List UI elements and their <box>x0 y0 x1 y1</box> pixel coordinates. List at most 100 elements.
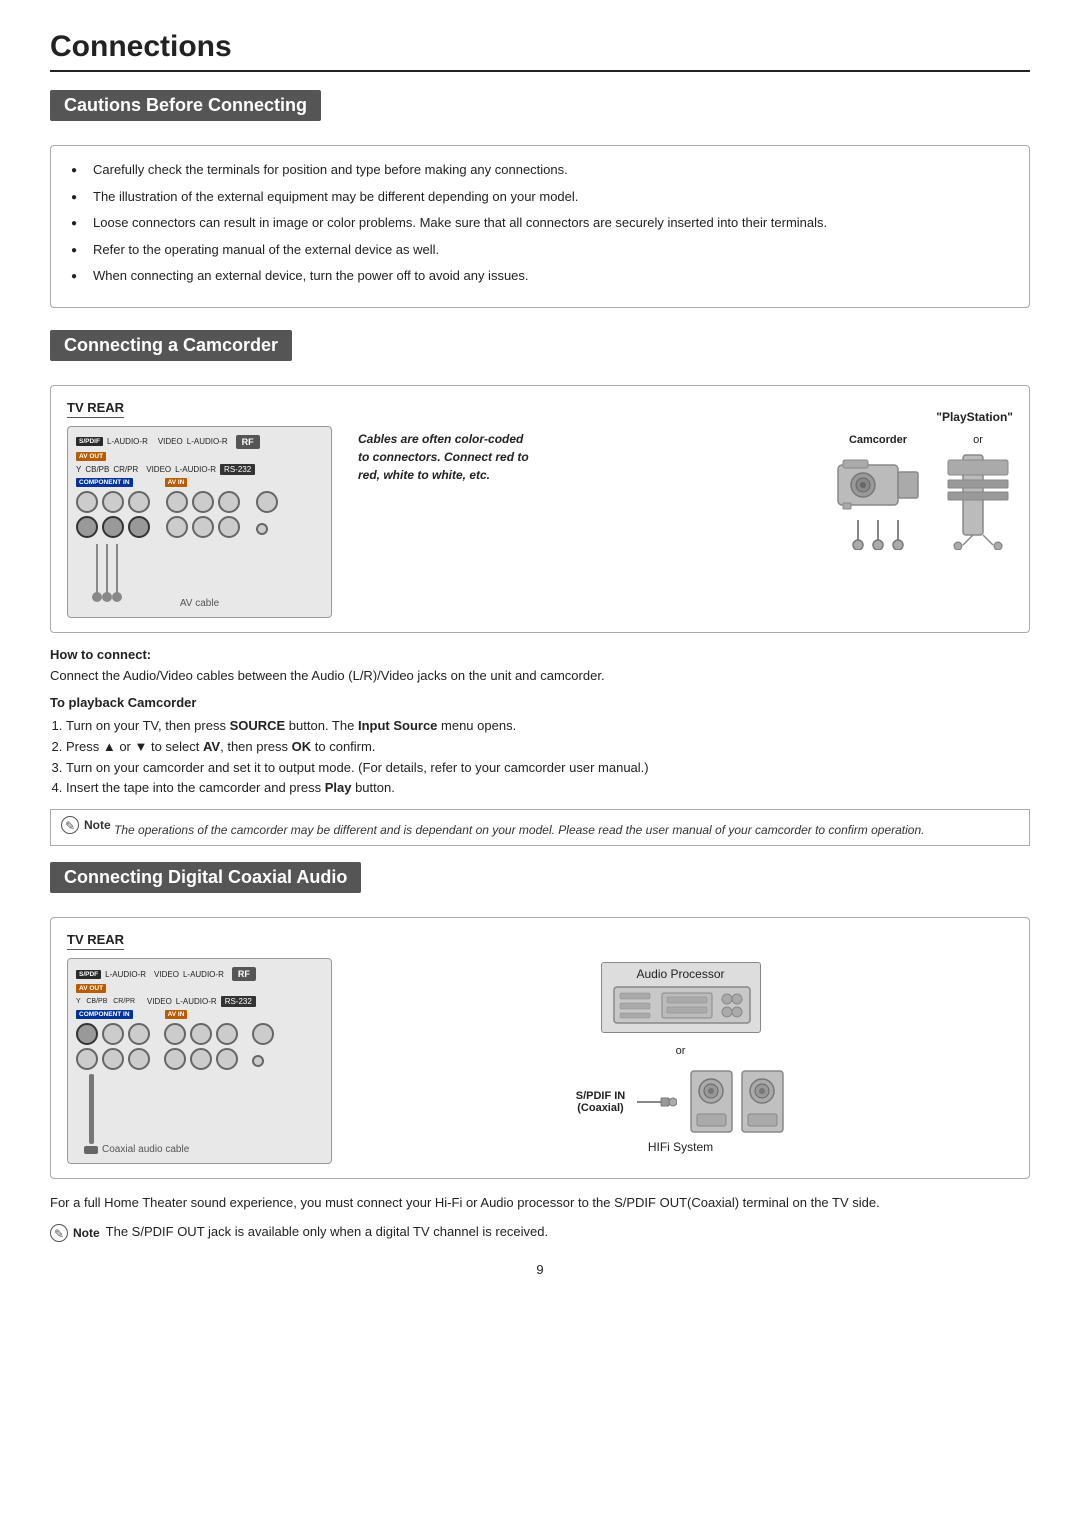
coaxial-note-label: Note <box>73 1226 100 1240</box>
cable-line-2 <box>106 544 108 594</box>
audio-processor-label: Audio Processor <box>612 967 750 981</box>
audio-processor-icon <box>612 985 752 1025</box>
cable-line-3 <box>116 544 118 594</box>
av-in-badge: AV IN <box>165 478 188 487</box>
connector-small <box>256 523 268 535</box>
coax-connector-3 <box>128 1023 150 1045</box>
spdif-badge-c: S/PDF <box>76 970 101 979</box>
tv-rear-label-camcorder: TV REAR <box>67 400 124 418</box>
video-label: VIDEO <box>158 437 183 446</box>
note-text: The operations of the camcorder may be d… <box>114 823 924 837</box>
playback-step-3: Turn on your camcorder and set it to out… <box>66 758 1030 779</box>
playstation-label: "PlayStation" <box>936 410 1013 424</box>
playback-section: To playback Camcorder Turn on your TV, t… <box>50 695 1030 799</box>
tv-rear-label-coaxial: TV REAR <box>67 932 124 950</box>
connector-circle-av1 <box>76 516 98 538</box>
camcorder-note-box: Note The operations of the camcorder may… <box>50 809 1030 846</box>
cautions-heading: Cautions Before Connecting <box>50 90 321 121</box>
connector-circle-6 <box>218 491 240 513</box>
component-in-badge-c: COMPONENT IN <box>76 1010 133 1019</box>
av-out-badge-c: AV OUT <box>76 984 106 993</box>
spdif-in-label: S/PDIF IN <box>576 1090 626 1102</box>
coax-connector-9 <box>102 1048 124 1070</box>
coaxial-section: Connecting Digital Coaxial Audio TV REAR… <box>50 862 1030 1242</box>
camcorder-icon <box>833 450 923 520</box>
coax-connector-10 <box>128 1048 150 1070</box>
cautions-list: Carefully check the terminals for positi… <box>71 160 1009 286</box>
coax-connector-5 <box>190 1023 212 1045</box>
coaxial-cable-label: Coaxial audio cable <box>102 1144 189 1155</box>
rf-badge-c: RF <box>232 967 256 981</box>
connector-circle-10 <box>218 516 240 538</box>
video-label-c: VIDEO <box>154 970 179 979</box>
page-title: Connections <box>50 30 1030 72</box>
playback-heading: To playback Camcorder <box>50 695 1030 710</box>
component-in-badge: COMPONENT IN <box>76 478 133 487</box>
how-to-connect-heading: How to connect: <box>50 647 1030 662</box>
coax-connector-7 <box>252 1023 274 1045</box>
note-label: Note <box>84 816 111 834</box>
playback-steps: Turn on your TV, then press SOURCE butto… <box>50 716 1030 799</box>
playback-step-4: Insert the tape into the camcorder and p… <box>66 778 1030 799</box>
l-audio-r-label: L-AUDIO-R <box>107 437 148 446</box>
cable-note-line3: red, white to white, etc. <box>358 468 490 482</box>
coax-connector-11 <box>164 1048 186 1070</box>
note-icon: Note <box>61 816 111 834</box>
coax-connector-4 <box>164 1023 186 1045</box>
l-audio-r-label2: L-AUDIO-R <box>187 437 228 446</box>
list-item: Carefully check the terminals for positi… <box>71 160 1009 180</box>
l-audio-r-label-c: L-AUDIO-R <box>105 970 146 979</box>
coaxial-heading: Connecting Digital Coaxial Audio <box>50 862 361 893</box>
rs232-badge-c: RS-232 <box>221 996 256 1007</box>
how-to-connect-text: Connect the Audio/Video cables between t… <box>50 666 1030 686</box>
cr-pr-label: CR/PR <box>113 465 138 474</box>
cable-note: Cables are often color-coded to connecto… <box>358 430 529 484</box>
connector-circle-3 <box>128 491 150 513</box>
connector-circle-av3 <box>128 516 150 538</box>
spdif-badge: S/PDIF <box>76 437 103 446</box>
coaxial-note-text: The S/PDIF OUT jack is available only wh… <box>106 1224 548 1239</box>
list-item: Loose connectors can result in image or … <box>71 213 1009 233</box>
coax-connector-13 <box>216 1048 238 1070</box>
list-item: The illustration of the external equipme… <box>71 187 1009 207</box>
hifi-speaker-left <box>689 1069 734 1134</box>
connector-circle-4 <box>166 491 188 513</box>
comp-labels-c: Y CB/PB CR/PR <box>76 998 139 1005</box>
cautions-box: Carefully check the terminals for positi… <box>50 145 1030 308</box>
cautions-section: Cautions Before Connecting Carefully che… <box>50 90 1030 308</box>
connector-circle-2 <box>102 491 124 513</box>
av-in-badge-c: AV IN <box>165 1010 188 1019</box>
camcorder-section: Connecting a Camcorder TV REAR S/PDIF L-… <box>50 330 1030 847</box>
cable-note-line2: to connectors. Connect red to <box>358 450 529 464</box>
tv-rear-panel-camcorder: S/PDIF L-AUDIO-R VIDEO L-AUDIO-R RF AV O… <box>67 426 332 618</box>
cable-lines <box>76 544 323 594</box>
connector-circle-9 <box>192 516 214 538</box>
how-to-connect: How to connect: Connect the Audio/Video … <box>50 647 1030 686</box>
hifi-label: HIFi System <box>648 1140 713 1154</box>
coax-connector-symbol <box>637 1092 677 1112</box>
cb-pb-label: CB/PB <box>85 465 109 474</box>
list-item: When connecting an external device, turn… <box>71 266 1009 286</box>
l-audio-r-label-c3: L-AUDIO-R <box>176 997 217 1006</box>
connector-circle-av2 <box>102 516 124 538</box>
av-out-badge: AV OUT <box>76 452 106 461</box>
playback-step-2: Press ▲ or ▼ to select AV, then press OK… <box>66 737 1030 758</box>
hifi-speaker-right <box>740 1069 785 1134</box>
coaxial-diagram-box: TV REAR S/PDF L-AUDIO-R VIDEO L-AUDIO-R … <box>50 917 1030 1179</box>
tv-rear-panel-coaxial: S/PDF L-AUDIO-R VIDEO L-AUDIO-R RF AV OU… <box>67 958 332 1164</box>
video-label-c2: VIDEO <box>147 997 172 1006</box>
coax-connector-1 <box>76 1023 98 1045</box>
camcorder-heading: Connecting a Camcorder <box>50 330 292 361</box>
connector-circle-1 <box>76 491 98 513</box>
l-audio-r-label-c2: L-AUDIO-R <box>183 970 224 979</box>
audio-processor-box: Audio Processor <box>601 962 761 1033</box>
camcorder-device-label: Camcorder <box>849 434 907 446</box>
coax-connector-small <box>252 1055 264 1067</box>
cable-line-1 <box>96 544 98 594</box>
y-label: Y <box>76 465 81 474</box>
coaxial-note-icon: Note <box>50 1224 100 1242</box>
cable-note-line1: Cables are often color-coded <box>358 432 523 446</box>
l-audio-r-label3: L-AUDIO-R <box>175 465 216 474</box>
or-label: or <box>973 434 983 446</box>
page-number: 9 <box>50 1262 1030 1277</box>
